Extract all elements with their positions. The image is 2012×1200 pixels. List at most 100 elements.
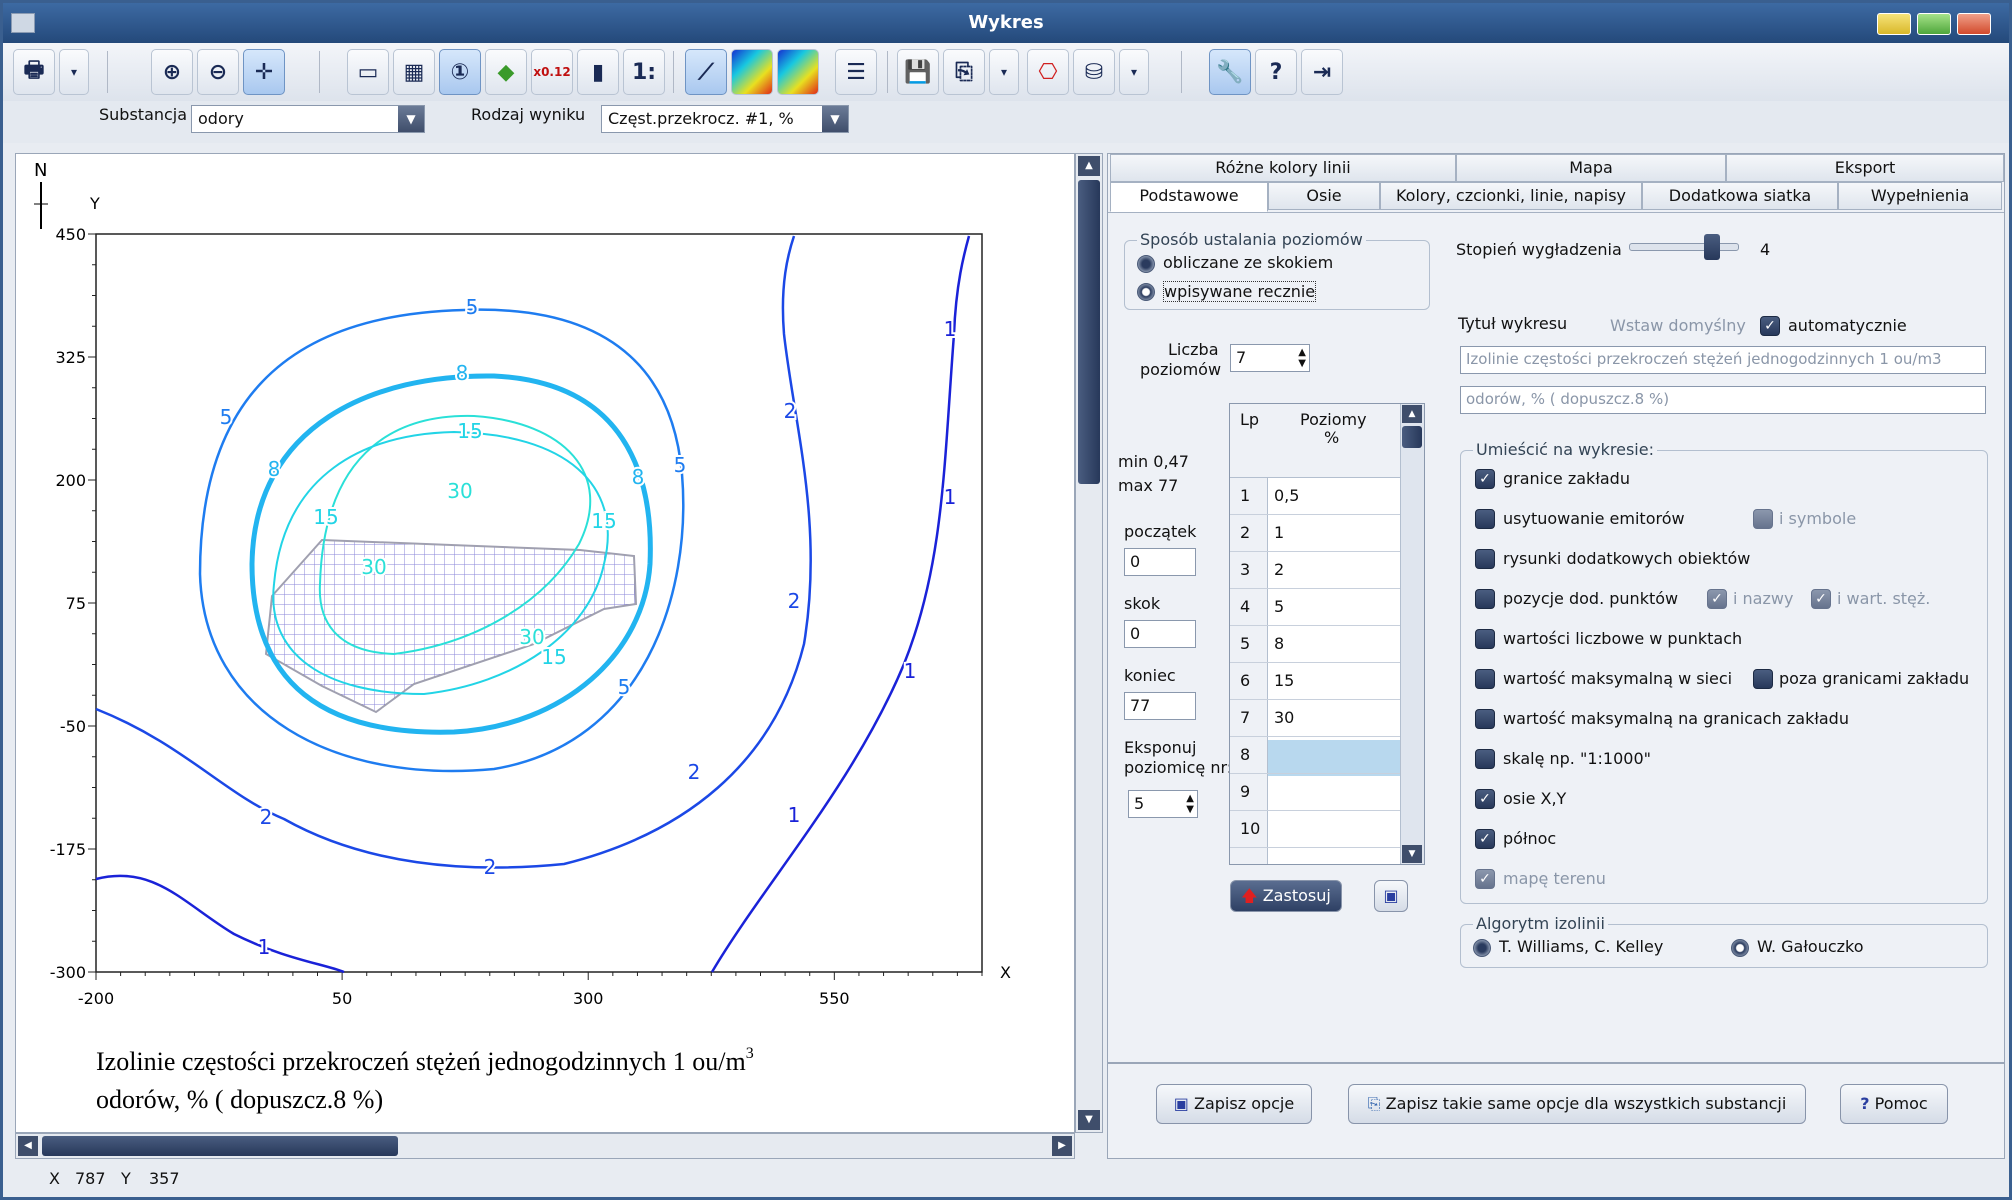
scroll-thumb[interactable] <box>1078 180 1100 484</box>
plot-area[interactable]: N Y X 450 325 200 75 -50 -175 -300 -200 50 300 550 <box>15 153 1075 1133</box>
table-scroll-thumb[interactable] <box>1402 426 1422 448</box>
plot-vertical-scrollbar[interactable]: ▲ ▼ <box>1075 153 1103 1133</box>
zoom-fit-button[interactable]: ✛ <box>243 49 285 95</box>
place-checkbox-3[interactable] <box>1475 589 1495 609</box>
save-image-button[interactable]: 💾 <box>897 49 939 95</box>
tab-3-row2[interactable]: Dodatkowa siatka <box>1642 182 1838 210</box>
scroll-right-icon[interactable]: ▶ <box>1052 1136 1072 1156</box>
table-scrollbar[interactable]: ▲ ▼ <box>1400 404 1424 864</box>
names-checkbox[interactable]: ✓ <box>1707 589 1727 609</box>
scroll-up-icon[interactable]: ▲ <box>1402 405 1422 423</box>
place-checkbox-4[interactable] <box>1475 629 1495 649</box>
place-checkbox-6[interactable] <box>1475 709 1495 729</box>
level-value-cell[interactable]: 0,5 <box>1274 486 1299 505</box>
close-button[interactable] <box>1957 13 1991 35</box>
tab-2-row2[interactable]: Kolory, czcionki, linie, napisy <box>1380 182 1642 210</box>
place-checkbox-8[interactable]: ✓ <box>1475 789 1495 809</box>
place-checkbox-7[interactable] <box>1475 749 1495 769</box>
place-checkbox-5[interactable] <box>1475 669 1495 689</box>
expose-spinner[interactable]: 5 ▲ ▼ <box>1128 790 1198 818</box>
level-value-cell[interactable]: 15 <box>1274 671 1294 690</box>
level-value-cell[interactable]: 5 <box>1274 597 1284 616</box>
outside-plant-checkbox[interactable] <box>1753 669 1773 689</box>
auto-title-checkbox[interactable]: ✓ <box>1760 316 1780 336</box>
scroll-down-icon[interactable]: ▼ <box>1078 1110 1100 1130</box>
tab-1-row2[interactable]: Osie <box>1268 182 1380 210</box>
place-checkbox-9[interactable]: ✓ <box>1475 829 1495 849</box>
tab-2-row1[interactable]: Eksport <box>1726 154 2004 182</box>
hscroll-thumb[interactable] <box>42 1136 398 1156</box>
tab-0-row2[interactable]: Podstawowe <box>1110 182 1268 212</box>
print-button[interactable]: 🖶 <box>13 49 55 95</box>
pdf-button[interactable]: ⎔ <box>1027 49 1069 95</box>
end-input[interactable]: 77 <box>1124 692 1196 720</box>
title-line2-input[interactable]: odorów, % ( dopuszcz.8 %) <box>1460 386 1986 414</box>
place-checkbox-2[interactable] <box>1475 549 1495 569</box>
tab-0-row1[interactable]: Różne kolory linii <box>1110 154 1456 182</box>
rodzaj-select[interactable]: Częst.przekrocz. #1, % ▼ <box>601 105 849 133</box>
copy-dropdown[interactable]: ▾ <box>989 49 1019 95</box>
maximize-button[interactable] <box>1917 13 1951 35</box>
level-value-cell[interactable]: 1 <box>1274 523 1284 542</box>
insert-default-button[interactable]: Wstaw domyślny <box>1610 316 1746 335</box>
contour-values-button[interactable]: ① <box>439 49 481 95</box>
level-count-spinner[interactable]: 7 ▲ ▼ <box>1230 344 1310 372</box>
color-lines-button[interactable] <box>777 49 819 95</box>
level-value-cell[interactable]: 30 <box>1274 708 1294 727</box>
conc-values-checkbox[interactable]: ✓ <box>1811 589 1831 609</box>
radio-step[interactable] <box>1137 255 1155 273</box>
slider-thumb[interactable] <box>1704 234 1720 260</box>
save-options-button[interactable]: ▣ Zapisz opcje <box>1156 1084 1312 1124</box>
plot-horizontal-scrollbar[interactable]: ◀ ▶ <box>15 1133 1075 1159</box>
level-value-cell[interactable]: 8 <box>1274 634 1284 653</box>
export-button[interactable]: ⛁ <box>1073 49 1115 95</box>
help-button[interactable]: ? Pomoc <box>1840 1084 1948 1124</box>
radio-williams[interactable] <box>1473 939 1491 957</box>
lines-button[interactable]: ⟋ <box>685 49 727 95</box>
settings-button[interactable]: 🔧 <box>1209 49 1251 95</box>
apply-button[interactable]: 🡅 Zastosuj <box>1230 880 1342 912</box>
radio-galouczko[interactable] <box>1731 939 1749 957</box>
place-checkbox-0[interactable]: ✓ <box>1475 469 1495 489</box>
zoom-in-button[interactable]: ⊕ <box>151 49 193 95</box>
place-item-label: rysunki dodatkowych obiektów <box>1503 549 1751 568</box>
print-dropdown[interactable]: ▾ <box>59 49 89 95</box>
export-dropdown[interactable]: ▾ <box>1119 49 1149 95</box>
grid-button[interactable]: ▦ <box>393 49 435 95</box>
max-value-button[interactable]: x0.12 <box>531 49 573 95</box>
y-tick-label: 450 <box>55 225 86 244</box>
levels-table[interactable]: Lp Poziomy % 1 0,5 2 1 3 2 4 5 5 8 6 15 7 30 8 9 10 ▲ ▼ <box>1229 403 1425 865</box>
scroll-left-icon[interactable]: ◀ <box>18 1136 38 1156</box>
spinner-arrows-icon[interactable]: ▲ ▼ <box>1186 793 1194 815</box>
level-value-cell[interactable]: 2 <box>1274 560 1284 579</box>
save-all-options-button[interactable]: ⎘ Zapisz takie same opcje dla wszystkich… <box>1348 1084 1806 1124</box>
save-levels-button[interactable]: ▣ <box>1374 880 1408 912</box>
step-input[interactable]: 0 <box>1124 620 1196 648</box>
start-input[interactable]: 0 <box>1124 548 1196 576</box>
chevron-down-icon: ▼ <box>398 106 424 132</box>
copy-button[interactable]: ⎘ <box>943 49 985 95</box>
place-checkbox-10[interactable]: ✓ <box>1475 869 1495 889</box>
up-arrow-icon: 🡅 <box>1241 886 1258 905</box>
radio-manual[interactable] <box>1137 283 1155 301</box>
place-checkbox-1[interactable] <box>1475 509 1495 529</box>
tab-4-row2[interactable]: Wypełnienia <box>1838 182 2002 210</box>
color-fill-button[interactable] <box>731 49 773 95</box>
arrow-button[interactable]: ◆ <box>485 49 527 95</box>
smoothing-slider[interactable] <box>1629 234 1739 260</box>
frame-button[interactable]: ▭ <box>347 49 389 95</box>
symbols-checkbox[interactable] <box>1753 509 1773 529</box>
tab-1-row1[interactable]: Mapa <box>1456 154 1726 182</box>
help-toolbar-button[interactable]: ? <box>1255 49 1297 95</box>
title-line1-input[interactable]: Izolinie częstości przekroczeń stężeń je… <box>1460 346 1986 374</box>
spinner-arrows-icon[interactable]: ▲ ▼ <box>1298 347 1306 369</box>
exit-button[interactable]: ⇥ <box>1301 49 1343 95</box>
scale-button[interactable]: 1: <box>623 49 665 95</box>
chart-button[interactable]: ▮ <box>577 49 619 95</box>
scroll-up-icon[interactable]: ▲ <box>1078 156 1100 176</box>
scroll-down-icon[interactable]: ▼ <box>1402 845 1422 863</box>
substancja-select[interactable]: odory ▼ <box>191 105 425 133</box>
legend-button[interactable]: ☰ <box>835 49 877 95</box>
minimize-button[interactable] <box>1877 13 1911 35</box>
zoom-out-button[interactable]: ⊖ <box>197 49 239 95</box>
